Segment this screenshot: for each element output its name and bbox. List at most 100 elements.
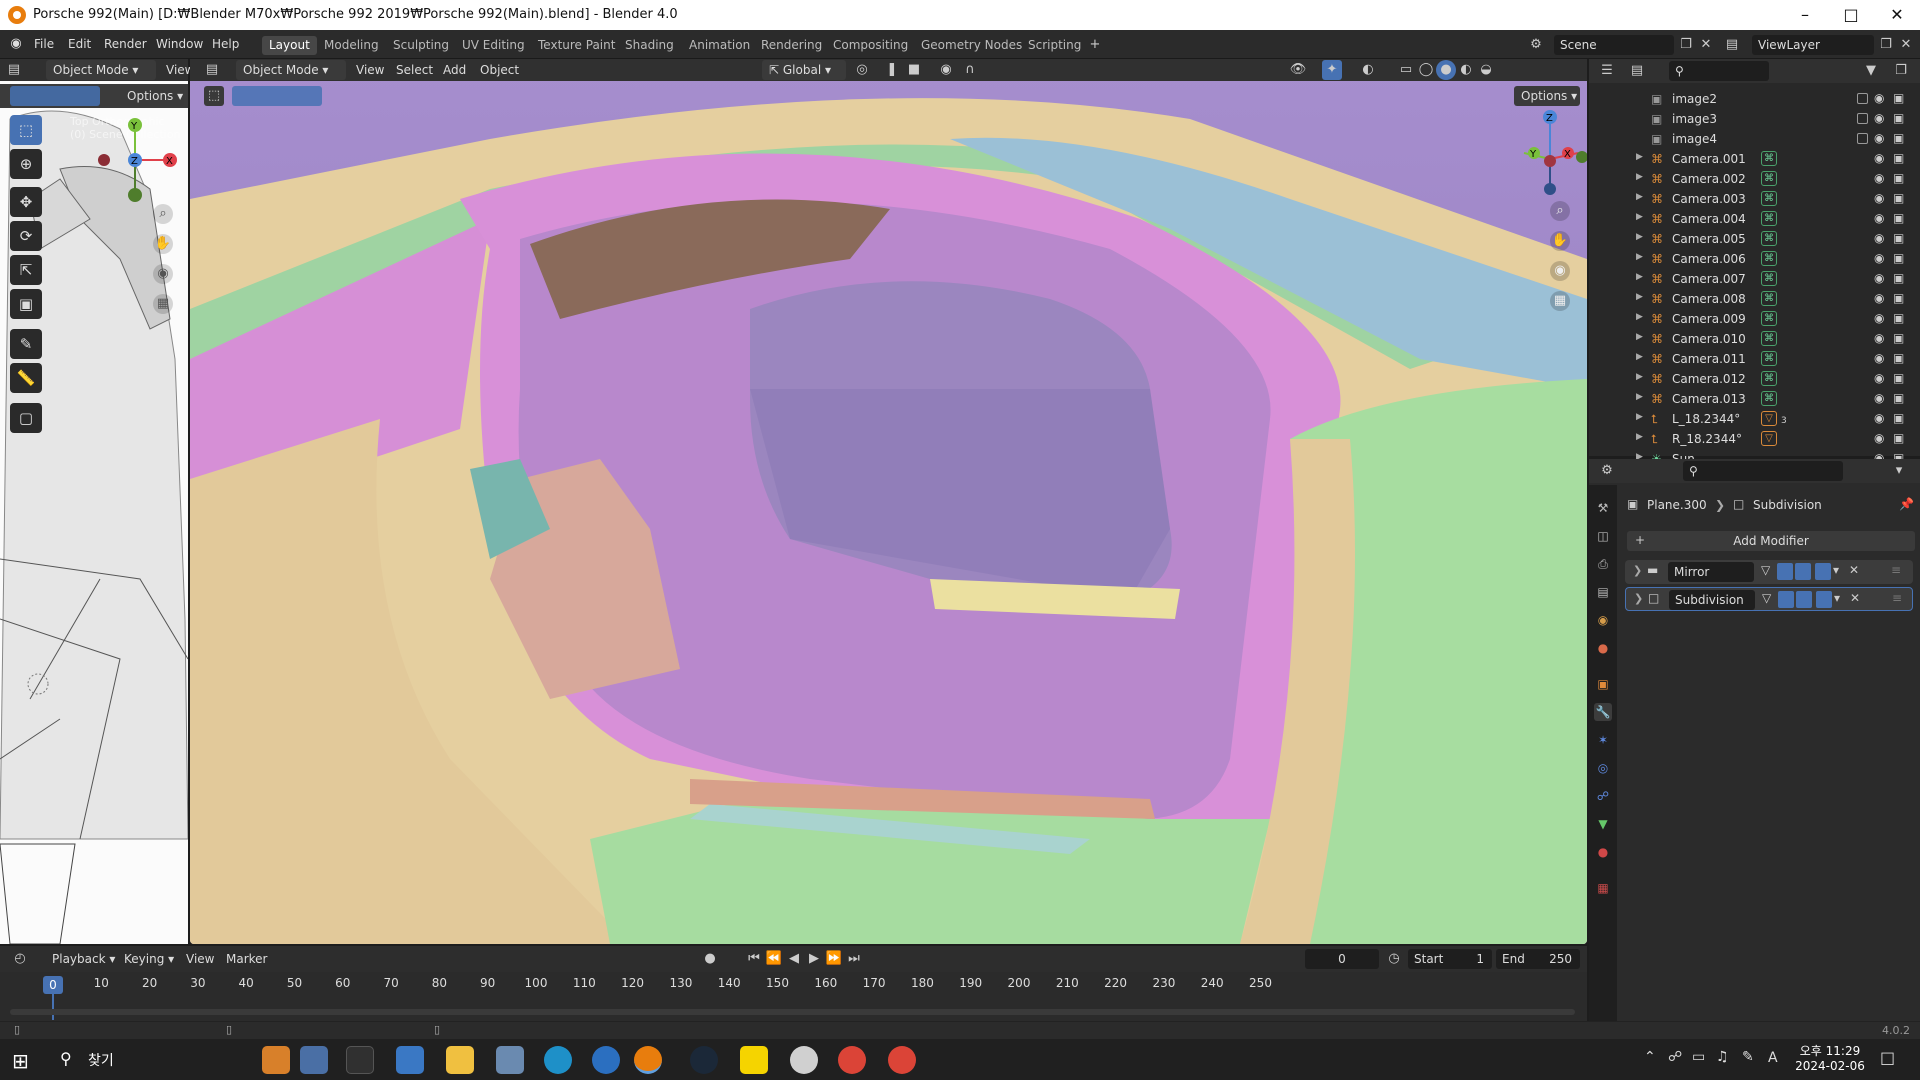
steam-icon[interactable]: [690, 1046, 718, 1074]
modifier-panel-subdivision[interactable]: ❯ □ Subdivision ▽ ▾ ✕ ≡: [1625, 587, 1913, 611]
tray-volume-icon[interactable]: ♫: [1716, 1049, 1729, 1065]
camera-data-icon[interactable]: ⌘: [1761, 191, 1777, 206]
expand-arrow-icon[interactable]: ▶: [1636, 272, 1643, 282]
camera-data-icon[interactable]: ⌘: [1761, 291, 1777, 306]
expand-arrow-icon[interactable]: ▶: [1636, 232, 1643, 242]
camera-data-icon[interactable]: ⌘: [1761, 391, 1777, 406]
ime-indicator[interactable]: A: [1768, 1050, 1778, 1066]
exclude-checkbox[interactable]: [1857, 133, 1868, 144]
camera-data-icon[interactable]: ⌘: [1761, 171, 1777, 186]
modifier-tab-icon[interactable]: 🔧: [1594, 703, 1612, 721]
left-navigation-gizmo[interactable]: Y X Z: [90, 115, 180, 205]
expand-chevron-icon[interactable]: ❯: [1634, 592, 1643, 605]
editor-type-icon[interactable]: ▤: [4, 60, 24, 80]
jump-end-icon[interactable]: ⏭: [844, 949, 864, 969]
proportional-edit-icon[interactable]: ◉: [936, 60, 956, 80]
navigation-gizmo[interactable]: Z X Y: [1510, 97, 1587, 217]
close-window-button[interactable]: ✕: [1874, 0, 1920, 30]
taskbar-calculator-icon[interactable]: [396, 1046, 424, 1074]
visibility-eye-icon[interactable]: ◉: [1874, 391, 1884, 405]
render-camera-icon[interactable]: ▣: [1893, 391, 1904, 405]
world-tab-icon[interactable]: ●: [1594, 639, 1612, 657]
cursor-tool[interactable]: ⊕: [10, 149, 42, 179]
tab-sculpting[interactable]: Sculpting: [386, 36, 456, 55]
expand-arrow-icon[interactable]: ▶: [1636, 352, 1643, 362]
render-camera-icon[interactable]: ▣: [1893, 371, 1904, 385]
scene-name-field[interactable]: Scene: [1554, 35, 1674, 55]
outliner-row[interactable]: ▶ ⌘ Camera.013 ⌘ ◉ ▣: [1589, 389, 1920, 409]
tab-animation[interactable]: Animation: [682, 36, 757, 55]
render-tab-icon[interactable]: ◫: [1594, 527, 1612, 545]
taskbar-app-icon-3[interactable]: [496, 1046, 524, 1074]
expand-arrow-icon[interactable]: ▶: [1636, 152, 1643, 162]
3d-viewport[interactable]: Z X Y ⌕ ✋ ◉ ▦: [190, 59, 1587, 944]
delete-scene-icon[interactable]: ✕: [1696, 35, 1716, 55]
search-icon[interactable]: ⚲: [60, 1049, 72, 1068]
scene-tab-icon[interactable]: ◉: [1594, 611, 1612, 629]
properties-options-icon[interactable]: ▾: [1889, 461, 1909, 481]
taskbar-app-icon-1[interactable]: [262, 1046, 290, 1074]
tab-layout[interactable]: Layout: [262, 36, 317, 55]
material-tab-icon[interactable]: ●: [1594, 843, 1612, 861]
visibility-eye-icon[interactable]: ◉: [1874, 331, 1884, 345]
visibility-eye-icon[interactable]: ◉: [1874, 91, 1884, 105]
snap-icon[interactable]: ❚: [882, 60, 902, 80]
modifier-name-field[interactable]: Mirror: [1668, 562, 1754, 582]
menu-edit[interactable]: Edit: [68, 37, 91, 51]
snap-target-icon[interactable]: ■: [904, 60, 924, 80]
outliner-row[interactable]: ▶ ⌘ Camera.012 ⌘ ◉ ▣: [1589, 369, 1920, 389]
viewport-menu-view[interactable]: View: [356, 63, 384, 77]
modifier-dropdown-icon[interactable]: ▾: [1834, 591, 1840, 605]
properties-search-field[interactable]: ⚲: [1683, 461, 1843, 481]
scene-icon[interactable]: ⚙: [1526, 35, 1546, 55]
view-layer-field[interactable]: ViewLayer: [1752, 35, 1874, 55]
next-keyframe-icon[interactable]: ⏩: [824, 949, 844, 969]
constraint-icon[interactable]: ▽: [1761, 431, 1777, 446]
physics-tab-icon[interactable]: ◎: [1594, 759, 1612, 777]
end-frame-field[interactable]: End 250: [1496, 949, 1580, 969]
outliner-row[interactable]: ▣ image4 ◉ ▣: [1589, 129, 1920, 149]
solid-shading-icon[interactable]: ●: [1436, 60, 1456, 80]
tab-compositing[interactable]: Compositing: [826, 36, 915, 55]
constraint-icon[interactable]: ▽: [1761, 411, 1777, 426]
tab-scripting[interactable]: Scripting: [1021, 36, 1088, 55]
modifier-dropdown-icon[interactable]: ▾: [1833, 563, 1839, 577]
menu-help[interactable]: Help: [212, 37, 239, 51]
outliner-row[interactable]: ▶ ⌘ Camera.011 ⌘ ◉ ▣: [1589, 349, 1920, 369]
modifier-panel-mirror[interactable]: ❯ ▬ Mirror ▽ ▾ ✕ ≡: [1625, 560, 1913, 584]
transform-orientation-dropdown[interactable]: ⇱ Global ▾: [762, 60, 846, 80]
rotate-tool[interactable]: ⟳: [10, 221, 42, 251]
camera-data-icon[interactable]: ⌘: [1761, 211, 1777, 226]
outliner-row[interactable]: ▶ ⌘ Camera.002 ⌘ ◉ ▣: [1589, 169, 1920, 189]
modifier-name-field[interactable]: Subdivision: [1669, 590, 1755, 610]
visibility-eye-icon[interactable]: ◉: [1874, 131, 1884, 145]
render-camera-icon[interactable]: ▣: [1893, 191, 1904, 205]
prev-keyframe-icon[interactable]: ⏪: [764, 949, 784, 969]
notification-icon[interactable]: □: [1880, 1048, 1895, 1067]
edit-mode-toggle-icon[interactable]: ▽: [1762, 591, 1771, 605]
outliner-row[interactable]: ▶ ⌘ Camera.003 ⌘ ◉ ▣: [1589, 189, 1920, 209]
visibility-eye-icon[interactable]: ◉: [1874, 111, 1884, 125]
properties-editor-type-icon[interactable]: ⚙: [1597, 461, 1617, 481]
render-camera-icon[interactable]: ▣: [1893, 351, 1904, 365]
texture-tab-icon[interactable]: ▦: [1594, 879, 1612, 897]
visibility-eye-icon[interactable]: ◉: [1874, 291, 1884, 305]
expand-arrow-icon[interactable]: ▶: [1636, 192, 1643, 202]
outliner-row[interactable]: ▶ ⌘ Camera.007 ⌘ ◉ ▣: [1589, 269, 1920, 289]
gizmo-toggle-icon[interactable]: ✦: [1322, 60, 1342, 80]
preview-range-icon[interactable]: ◷: [1384, 949, 1404, 969]
delete-view-layer-icon[interactable]: ✕: [1896, 35, 1916, 55]
object-tab-icon[interactable]: ▣: [1594, 675, 1612, 693]
left-viewport[interactable]: Top Orthographic (0) Scene Collection | …: [0, 59, 246, 944]
jump-start-icon[interactable]: ⏮: [744, 949, 764, 969]
outliner-display-mode-icon[interactable]: ▤: [1627, 61, 1647, 81]
pan-hand-icon[interactable]: ✋: [1550, 231, 1570, 251]
falloff-icon[interactable]: ∩: [960, 60, 980, 80]
visibility-eye-icon[interactable]: ◉: [1874, 251, 1884, 265]
camera-data-icon[interactable]: ⌘: [1761, 371, 1777, 386]
zoom-icon[interactable]: ⌕: [1550, 201, 1570, 221]
visibility-icon[interactable]: 👁: [1288, 60, 1308, 80]
start-frame-field[interactable]: Start 1: [1408, 949, 1492, 969]
view-layer-tab-icon[interactable]: ▤: [1594, 583, 1612, 601]
select-tool-icon[interactable]: ⬚: [204, 86, 224, 106]
